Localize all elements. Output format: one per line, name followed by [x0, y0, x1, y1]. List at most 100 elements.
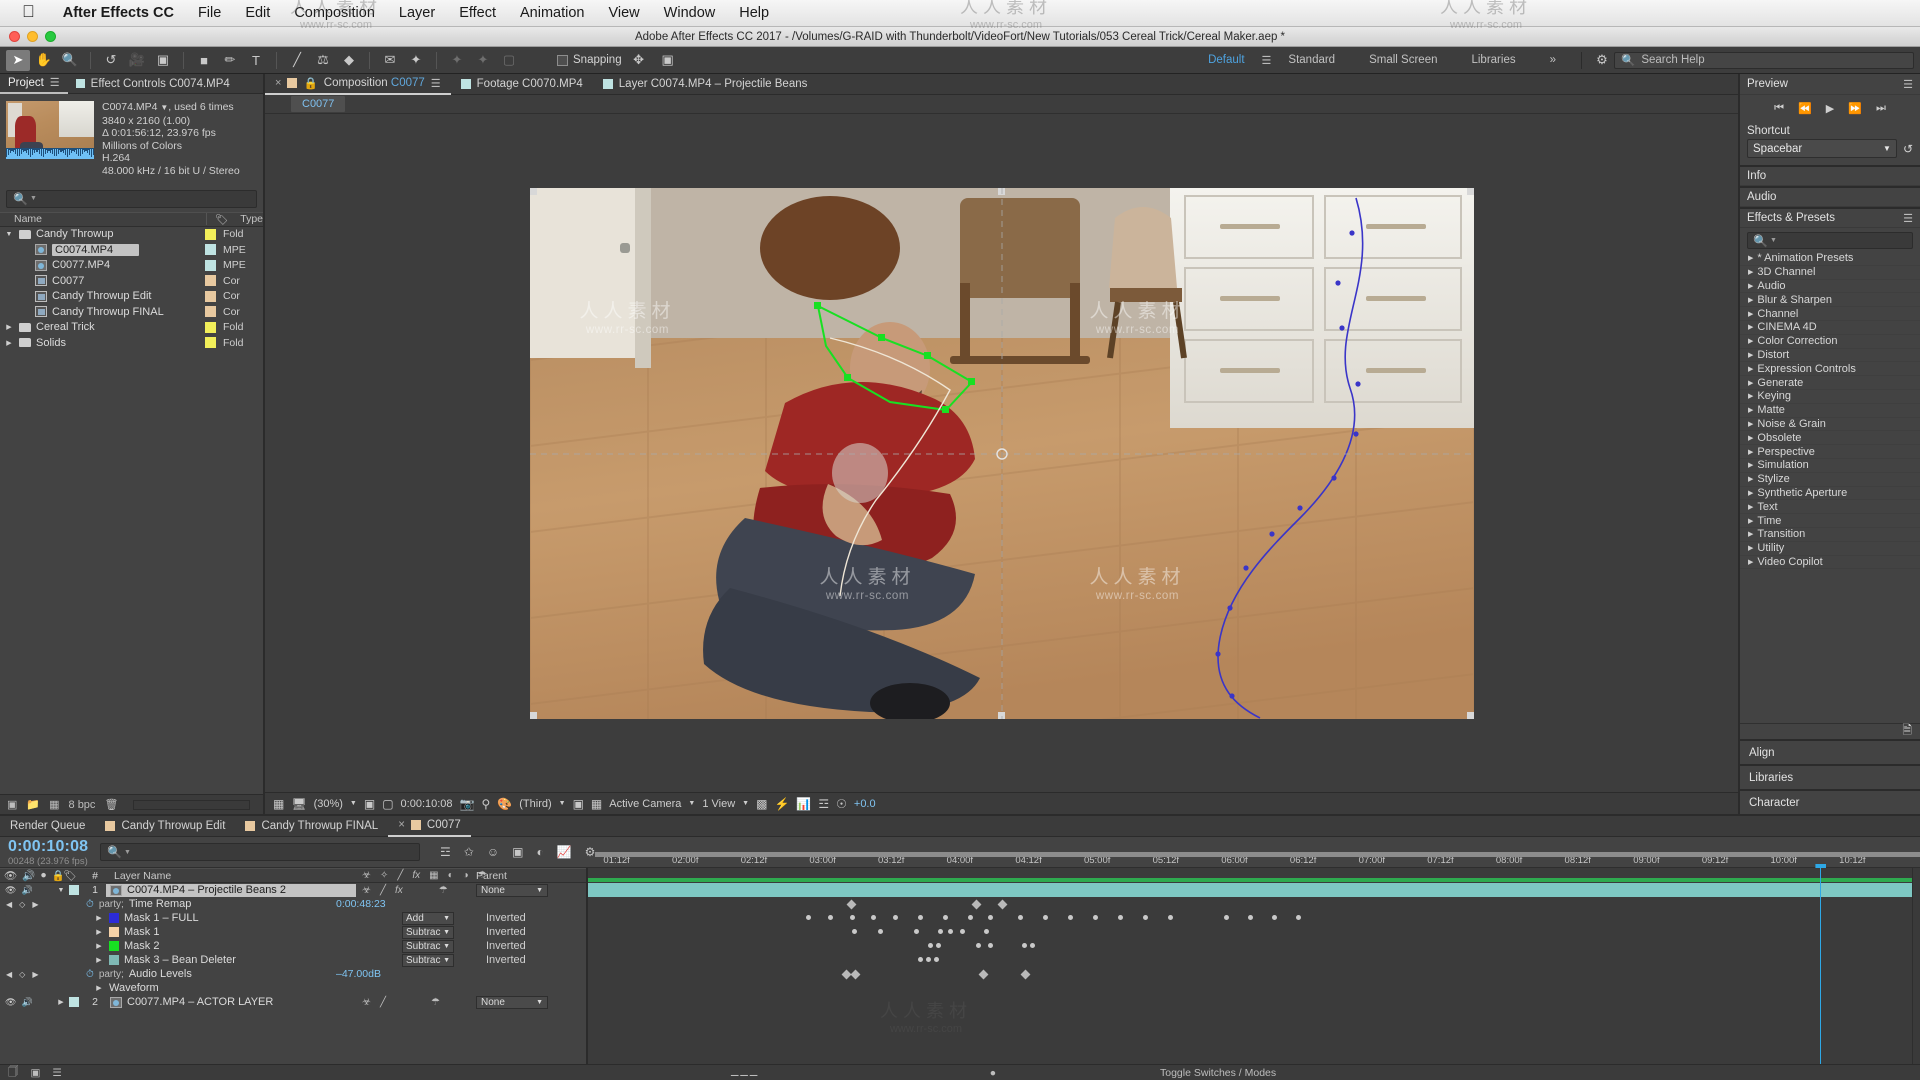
workspace-settings-icon[interactable]: ⚙: [1590, 50, 1614, 71]
menu-item-window[interactable]: Window: [652, 5, 728, 21]
label-color-swatch[interactable]: [205, 321, 216, 333]
video-toggle-icon[interactable]: 👁: [5, 885, 16, 896]
comp-flowchart-icon[interactable]: ☲: [818, 797, 829, 811]
disclosure-triangle-icon[interactable]: ▶: [1748, 254, 1753, 262]
pixel-aspect-icon[interactable]: ▩: [756, 797, 767, 811]
label-color-swatch[interactable]: [205, 275, 216, 287]
column-parent[interactable]: Parent: [476, 870, 586, 882]
disclosure-triangle-icon[interactable]: ▼: [56, 887, 66, 894]
layer-duration-bar[interactable]: [588, 883, 1920, 897]
disclosure-triangle-icon[interactable]: ▶: [94, 984, 104, 992]
label-color-swatch[interactable]: [205, 290, 216, 302]
timeline-property-row[interactable]: ◀ ◇ ▶ ⏱ party; Audio Levels –47.00dB: [0, 967, 586, 981]
keyframe-marker[interactable]: [971, 899, 982, 910]
keyframe-marker[interactable]: [1093, 915, 1098, 920]
search-help-input[interactable]: 🔍 Search Help: [1614, 51, 1914, 69]
brush-tool-icon[interactable]: ╱: [285, 50, 309, 71]
project-list-item[interactable]: ▶ Solids Fold: [0, 335, 263, 351]
disclosure-triangle-icon[interactable]: ▶: [1748, 337, 1753, 345]
label-color-swatch[interactable]: [205, 306, 216, 318]
keyframe-marker[interactable]: [960, 929, 965, 934]
parent-dropdown[interactable]: None ▼: [476, 883, 548, 897]
apple-menu-icon[interactable]: : [0, 2, 51, 25]
region-interest-toggle-icon[interactable]: ▣: [573, 797, 584, 811]
composition-viewer-area[interactable]: 人人素材 www.rr-sc.com 人人素材 www.rr-sc.com 人人素材…: [265, 114, 1738, 792]
timeline-property-row[interactable]: ▶ Mask 2 Subtrac ▼ Inverted: [0, 939, 586, 953]
new-composition-icon[interactable]: ▦: [49, 798, 59, 811]
chevron-down-icon[interactable]: ▼: [688, 800, 695, 807]
next-keyframe-icon[interactable]: ▶: [32, 970, 38, 979]
current-time-display[interactable]: 0:00:10:08 00248 (23.976 fps): [0, 838, 100, 867]
workspace-overflow-icon[interactable]: »: [1533, 54, 1573, 66]
effects-category-item[interactable]: ▶ Utility: [1740, 542, 1920, 556]
snapping-alt-icon[interactable]: ✥: [627, 50, 651, 71]
camera-tool-icon[interactable]: 🎥: [125, 50, 149, 71]
menu-item-view[interactable]: View: [596, 5, 651, 21]
toggle-viewer-icon[interactable]: 🖥: [291, 797, 306, 811]
toggle-switches-modes-label[interactable]: Toggle Switches / Modes: [1160, 1067, 1276, 1079]
duplicate-icon[interactable]: 🗍: [8, 1064, 19, 1080]
effects-icon[interactable]: fx: [395, 885, 403, 896]
effects-category-item[interactable]: ▶ Noise & Grain: [1740, 418, 1920, 432]
work-area-bar[interactable]: [595, 852, 1920, 857]
timeline-tab[interactable]: × C0077: [388, 816, 471, 837]
project-list-item[interactable]: C0077 Cor: [0, 273, 263, 289]
keyframe-marker[interactable]: [978, 969, 989, 980]
project-list-item[interactable]: C0074.MP4 MPE: [0, 242, 263, 258]
effects-category-item[interactable]: ▶ Keying: [1740, 390, 1920, 404]
keyframe-marker[interactable]: [850, 915, 855, 920]
disclosure-triangle-icon[interactable]: ▶: [1748, 268, 1753, 276]
menu-item-file[interactable]: File: [186, 5, 233, 21]
keyframe-marker[interactable]: [1030, 943, 1035, 948]
type-tool-icon[interactable]: T: [244, 50, 268, 71]
audio-toggle-icon[interactable]: 🔊: [21, 885, 32, 896]
column-layer-name[interactable]: Layer Name: [106, 870, 356, 882]
next-keyframe-icon[interactable]: ▶: [32, 900, 38, 909]
keyframe-marker[interactable]: [988, 915, 993, 920]
view-layout-label[interactable]: 1 View: [702, 798, 735, 810]
rotation-tool-icon[interactable]: ↺: [99, 50, 123, 71]
mask-mode-dropdown[interactable]: Subtrac ▼: [402, 939, 454, 953]
chevron-down-icon[interactable]: ▼: [350, 800, 357, 807]
project-list-item[interactable]: ▶ Cereal Trick Fold: [0, 320, 263, 336]
snapshot-icon[interactable]: 📷: [460, 797, 475, 811]
timeline-layer-row[interactable]: 👁 🔊 ▼ 1 C0074.MP4 – Projectile Beans 2 ☣ ╱ fx ☂ N…: [0, 883, 586, 897]
parent-dropdown[interactable]: None ▼: [476, 995, 548, 1009]
keyframe-marker[interactable]: [850, 969, 861, 980]
timeline-property-row[interactable]: ▶ Waveform: [0, 981, 586, 995]
disclosure-triangle-icon[interactable]: ▶: [1748, 461, 1753, 469]
reset-shortcut-icon[interactable]: ↺: [1903, 142, 1913, 156]
keyframe-marker[interactable]: [968, 915, 973, 920]
tab-footage-c0070[interactable]: Footage C0070.MP4: [451, 74, 593, 95]
last-frame-icon[interactable]: ⏭: [1876, 102, 1886, 115]
transparency-grid-icon[interactable]: ▢: [382, 797, 393, 811]
keyframe-marker[interactable]: [918, 957, 923, 962]
effects-category-item[interactable]: ▶ CINEMA 4D: [1740, 321, 1920, 335]
transparency-toggle-icon[interactable]: ▦: [591, 797, 602, 811]
label-color-swatch[interactable]: [205, 228, 216, 240]
effects-category-item[interactable]: ▶ Blur & Sharpen: [1740, 293, 1920, 308]
timeline-graph-icon[interactable]: 📊: [796, 797, 811, 811]
disclosure-triangle-icon[interactable]: ▶: [1748, 310, 1753, 318]
keyframe-toggle-icon[interactable]: ◇: [19, 970, 25, 979]
selection-tool-icon[interactable]: ➤: [6, 49, 30, 71]
keyframe-marker[interactable]: [926, 957, 931, 962]
effects-category-item[interactable]: ▶ Stylize: [1740, 473, 1920, 487]
keyframe-marker[interactable]: [948, 929, 953, 934]
composition-viewer[interactable]: 人人素材 www.rr-sc.com 人人素材 www.rr-sc.com 人人素材…: [529, 187, 1474, 719]
mask-mode-dropdown[interactable]: Subtrac ▼: [402, 925, 454, 939]
disclosure-triangle-icon[interactable]: ▶: [1748, 296, 1753, 304]
effects-category-item[interactable]: ▶ Matte: [1740, 404, 1920, 418]
quality-icon[interactable]: ╱: [380, 885, 386, 896]
project-list-item[interactable]: ▼ Candy Throwup Fold: [0, 227, 263, 243]
shape-tool-icon[interactable]: ■: [192, 50, 216, 71]
disclosure-triangle-icon[interactable]: ▼: [4, 231, 14, 238]
pen-tool-icon[interactable]: ✏: [218, 50, 242, 71]
effects-category-item[interactable]: ▶ Time: [1740, 514, 1920, 528]
effects-category-item[interactable]: ▶ Expression Controls: [1740, 362, 1920, 377]
effects-category-list[interactable]: ▶ * Animation Presets ▶ 3D Channel ▶ Audio ▶ Bl…: [1740, 252, 1920, 723]
effects-category-item[interactable]: ▶ * Animation Presets: [1740, 252, 1920, 266]
effects-category-item[interactable]: ▶ Generate: [1740, 376, 1920, 390]
motion-blur-toggle-icon[interactable]: ☰: [52, 1067, 61, 1079]
workspace-default[interactable]: Default: [1191, 54, 1261, 66]
